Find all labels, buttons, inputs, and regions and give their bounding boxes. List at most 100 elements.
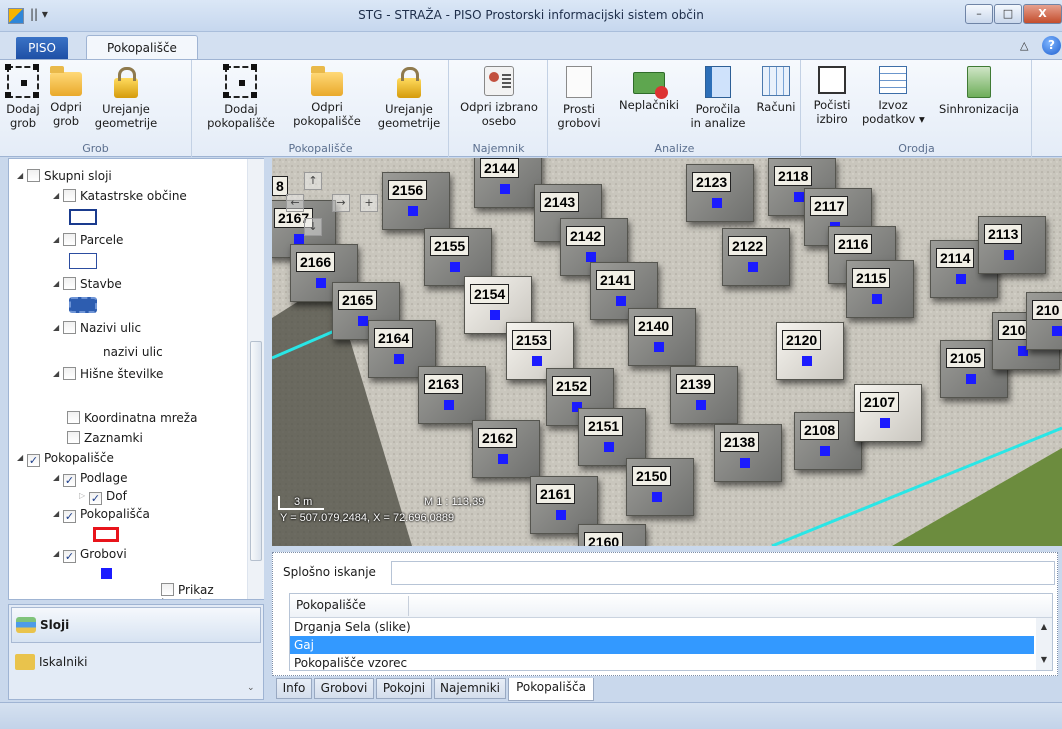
- expand-icon[interactable]: ◢: [53, 319, 63, 337]
- grave-marker[interactable]: [748, 262, 758, 272]
- grave-label[interactable]: 2105: [946, 348, 986, 368]
- checkbox[interactable]: [67, 431, 80, 444]
- grave-label[interactable]: 2144: [480, 158, 520, 178]
- grave-marker[interactable]: [490, 310, 500, 320]
- grave-marker[interactable]: [532, 356, 542, 366]
- expand-icon[interactable]: ◢: [17, 167, 27, 185]
- odpri-izbrano-osebo-button[interactable]: Odpri izbrano osebo: [454, 66, 544, 128]
- scrollbar-thumb[interactable]: [250, 341, 262, 561]
- nav-sloji[interactable]: Sloji: [11, 607, 261, 643]
- grave-label[interactable]: 2116: [834, 234, 873, 254]
- checkbox-checked[interactable]: ✓: [63, 510, 76, 523]
- tab-najemniki[interactable]: Najemniki: [434, 678, 506, 699]
- racuni-button[interactable]: Računi: [755, 66, 797, 114]
- grave-marker[interactable]: [956, 274, 966, 284]
- grave-marker[interactable]: [802, 356, 812, 366]
- grave-marker[interactable]: [652, 492, 662, 502]
- grave-label[interactable]: 2123: [692, 172, 732, 192]
- pan-right-button[interactable]: →: [332, 194, 350, 212]
- expand-icon[interactable]: ◢: [17, 449, 27, 467]
- column-divider[interactable]: [408, 596, 409, 616]
- checkbox[interactable]: [67, 411, 80, 424]
- layer-tree-scrollbar[interactable]: [247, 159, 264, 599]
- prikaz-legende-toggle[interactable]: Prikaz legende: [161, 583, 247, 599]
- scroll-up-icon[interactable]: ▲: [1036, 622, 1052, 631]
- dodaj-pokopalisce-button[interactable]: Dodaj pokopališče: [201, 64, 281, 130]
- grave-marker[interactable]: [872, 294, 882, 304]
- grave-marker[interactable]: [794, 192, 804, 202]
- expand-icon[interactable]: ◢: [53, 505, 63, 523]
- grave-label[interactable]: 2142: [566, 226, 606, 246]
- grave-label[interactable]: 2164: [374, 328, 414, 348]
- layer-nazivi-ulic[interactable]: ◢ Nazivi ulic: [53, 319, 141, 337]
- layer-koordinatna-mreza[interactable]: Koordinatna mreža: [67, 409, 197, 427]
- grave-marker[interactable]: [556, 510, 566, 520]
- search-input[interactable]: [391, 561, 1055, 585]
- tab-pokojni[interactable]: Pokojni: [376, 678, 432, 699]
- layer-dof[interactable]: ▷ ✓ Dof: [79, 487, 127, 505]
- urejanje-geometrije-pokopalisce-button[interactable]: Urejanje geometrije: [375, 66, 443, 130]
- grave-label[interactable]: 210: [1032, 300, 1062, 320]
- expand-icon[interactable]: ◢: [53, 545, 63, 563]
- checkbox[interactable]: [63, 321, 76, 334]
- checkbox[interactable]: [161, 583, 174, 596]
- grave-label[interactable]: 2139: [676, 374, 716, 394]
- layer-katastrske-obcine[interactable]: ◢ Katastrske občine: [53, 187, 187, 205]
- checkbox-checked[interactable]: ✓: [89, 492, 102, 505]
- pan-down-button[interactable]: ↓: [304, 218, 322, 236]
- layer-grobovi[interactable]: ◢ ✓ Grobovi: [53, 545, 127, 563]
- neplacniki-button[interactable]: Neplačniki: [615, 66, 683, 112]
- checkbox[interactable]: [63, 277, 76, 290]
- grave-marker[interactable]: [394, 354, 404, 364]
- grave-label[interactable]: 2120: [782, 330, 822, 350]
- grave-marker[interactable]: [500, 184, 510, 194]
- porocila-in-analize-button[interactable]: Poročila in analize: [687, 66, 749, 130]
- expand-icon[interactable]: ◢: [53, 275, 63, 293]
- close-button[interactable]: X: [1023, 4, 1062, 24]
- grave-label[interactable]: 2115: [852, 268, 891, 288]
- pan-left-button[interactable]: ←: [286, 194, 304, 212]
- grave-label[interactable]: 2141: [596, 270, 636, 290]
- pan-up-button[interactable]: ↑: [304, 172, 322, 190]
- pocisti-izbiro-button[interactable]: Počisti izbiro: [810, 66, 854, 126]
- checkbox[interactable]: [63, 233, 76, 246]
- layer-pokopalisce[interactable]: ◢ ✓ Pokopališče: [17, 449, 114, 467]
- grave-label[interactable]: 2162: [478, 428, 518, 448]
- minimize-button[interactable]: –: [965, 4, 993, 24]
- grave-marker[interactable]: [712, 198, 722, 208]
- grave-marker[interactable]: [444, 400, 454, 410]
- grave-marker[interactable]: [1052, 326, 1062, 336]
- tab-pokopalisca[interactable]: Pokopališča: [508, 678, 594, 701]
- grave-marker[interactable]: [654, 342, 664, 352]
- map-view[interactable]: 2156 2167 2166 2165 2164 2163 2162 2161 2160 2155…: [272, 158, 1062, 546]
- checkbox-checked[interactable]: ✓: [27, 454, 40, 467]
- grave-label[interactable]: 2114: [936, 248, 975, 268]
- grave-marker[interactable]: [294, 234, 304, 244]
- layer-podlage[interactable]: ◢ ✓ Podlage: [53, 469, 127, 487]
- layer-stavbe[interactable]: ◢ Stavbe: [53, 275, 122, 293]
- scroll-down-icon[interactable]: ▼: [1036, 655, 1052, 664]
- layer-skupni-sloji[interactable]: ◢ Skupni sloji: [17, 167, 112, 185]
- expand-icon[interactable]: ◢: [53, 231, 63, 249]
- grave-label[interactable]: 2155: [430, 236, 470, 256]
- collapse-ribbon-icon[interactable]: △: [1020, 39, 1028, 52]
- grave-label[interactable]: 2107: [860, 392, 900, 412]
- tab-info[interactable]: Info: [276, 678, 312, 699]
- grave-marker[interactable]: [586, 252, 596, 262]
- layer-pokopalisca[interactable]: ◢ ✓ Pokopališča: [53, 505, 150, 523]
- table-row[interactable]: Drganja Sela (slike): [290, 618, 1034, 636]
- layer-zaznamki[interactable]: Zaznamki: [67, 429, 143, 447]
- grave-marker[interactable]: [740, 458, 750, 468]
- urejanje-geometrije-grob-button[interactable]: Urejanje geometrije: [90, 66, 162, 130]
- help-icon[interactable]: ?: [1042, 36, 1061, 55]
- layer-hisne-stevilke[interactable]: ◢ Hišne številke: [53, 365, 163, 383]
- checkbox-checked[interactable]: ✓: [63, 474, 76, 487]
- grave-marker[interactable]: [880, 418, 890, 428]
- grave-label[interactable]: 2154: [470, 284, 510, 304]
- grave-marker[interactable]: [316, 278, 326, 288]
- grave-marker[interactable]: [820, 446, 830, 456]
- grave-label[interactable]: 2151: [584, 416, 624, 436]
- grave-label[interactable]: 2163: [424, 374, 464, 394]
- grave-label[interactable]: 2143: [540, 192, 580, 212]
- table-row[interactable]: Pokopališče vzorec: [290, 654, 1034, 672]
